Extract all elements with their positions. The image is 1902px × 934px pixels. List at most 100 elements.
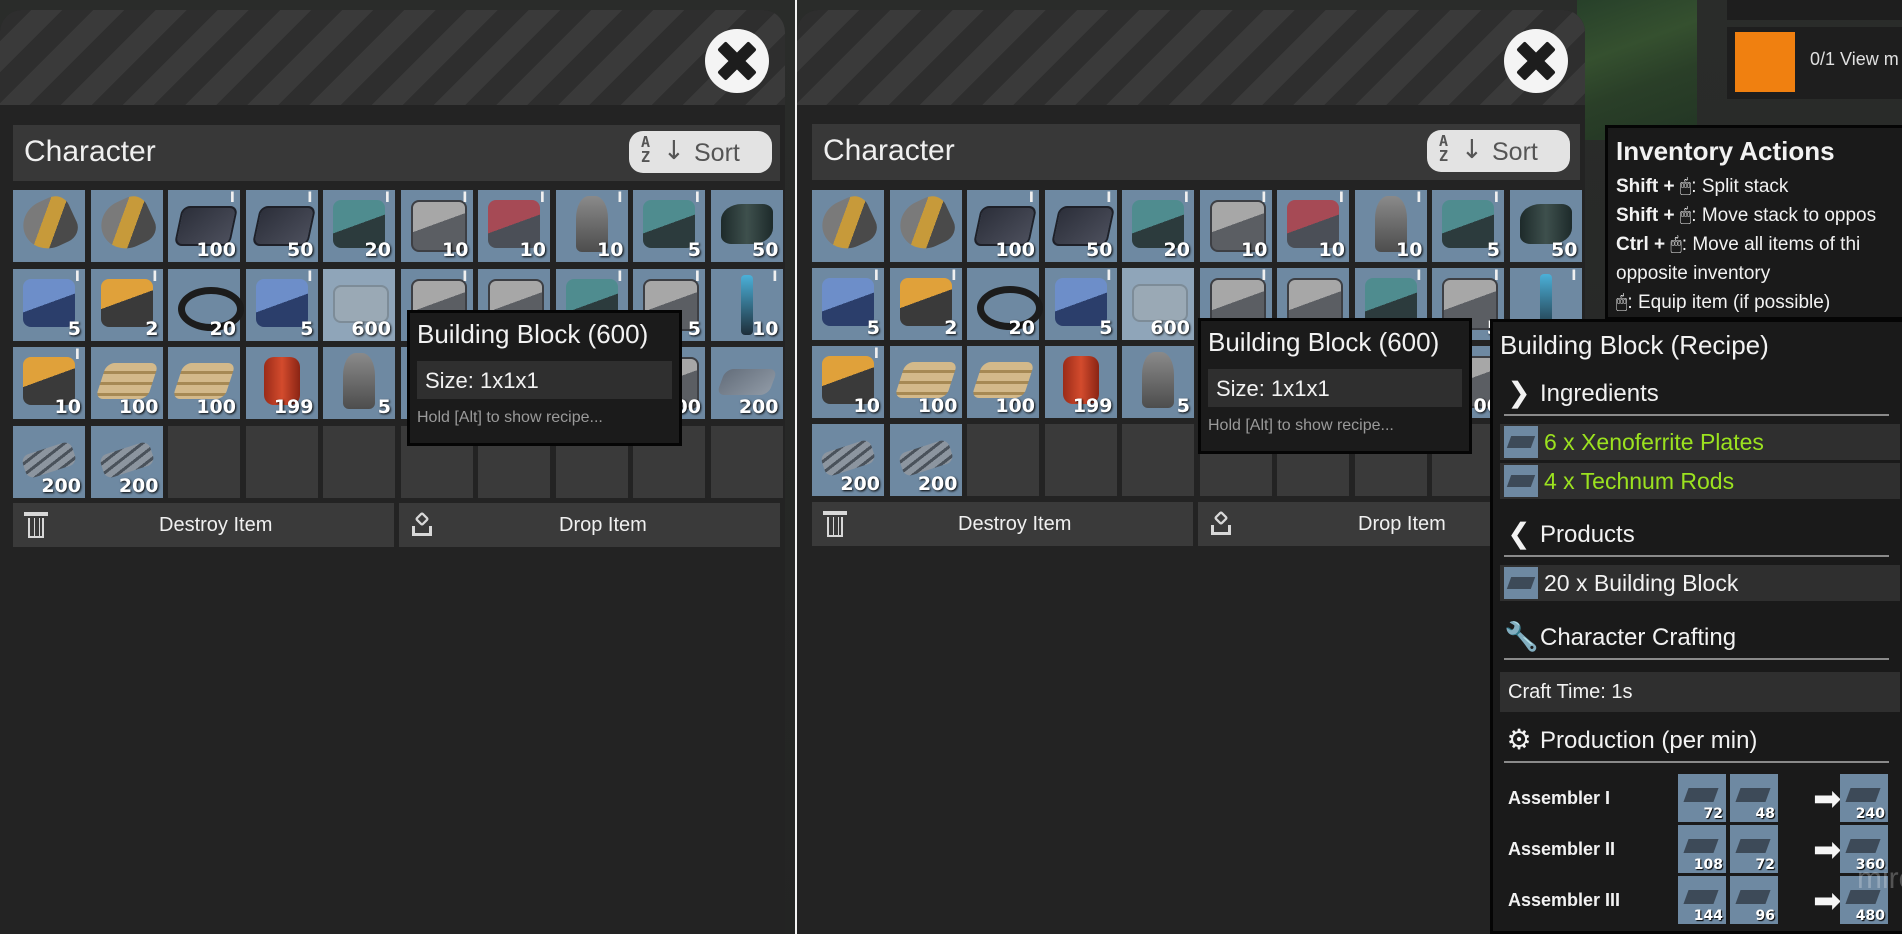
assembler-name: Assembler I xyxy=(1508,788,1611,808)
drop-icon xyxy=(412,512,434,538)
inventory-slot[interactable]: 20 xyxy=(967,268,1043,340)
tooltip-size-row: Size: 1x1x1 xyxy=(417,361,672,399)
inventory-slot[interactable]: I 10 xyxy=(1199,190,1272,262)
inventory-slot[interactable]: I2 xyxy=(90,268,163,341)
inventory-slot[interactable]: 200 xyxy=(710,347,783,419)
tier-badge: I xyxy=(1106,268,1112,284)
empty-slot[interactable] xyxy=(1044,424,1117,496)
inventory-slot[interactable]: I 50 xyxy=(245,190,318,262)
tooltip-title: Building Block (600) xyxy=(1208,327,1440,357)
inventory-slot[interactable]: 100 xyxy=(90,347,163,419)
inventory-slot[interactable]: 100 xyxy=(168,347,240,419)
input-slot: 96 xyxy=(1730,876,1778,924)
inventory-slot[interactable]: I 100 xyxy=(168,190,240,262)
inventory-slot[interactable]: 199 xyxy=(1044,346,1117,418)
inventory-slot[interactable]: I 10 xyxy=(13,347,85,419)
inventory-slot[interactable]: I2 xyxy=(889,268,962,340)
arrow-right-icon: ➡ xyxy=(1813,881,1842,921)
inventory-slot[interactable]: 200 xyxy=(90,425,163,498)
empty-slot[interactable] xyxy=(710,425,783,498)
inventory-slot[interactable]: I 50 xyxy=(1044,190,1117,262)
products-label: Products xyxy=(1540,521,1635,548)
sort-button[interactable]: AZ ↓ Sort xyxy=(629,131,772,173)
inventory-slot[interactable]: I 10 xyxy=(812,346,884,418)
input-slot: 144 xyxy=(1678,876,1726,924)
stack-count: 5 xyxy=(300,317,314,340)
close-icon[interactable] xyxy=(1504,29,1568,93)
inventory-slot[interactable]: 20 xyxy=(168,268,244,341)
quest-tracker[interactable]: 0/1 View m xyxy=(1727,27,1902,99)
inventory-slot[interactable]: I 10 xyxy=(1277,190,1349,262)
section-divider xyxy=(1504,414,1889,416)
inventory-slot[interactable]: I5 xyxy=(245,268,318,341)
inventory-slot[interactable]: I5 xyxy=(1044,268,1117,340)
tier-badge: I xyxy=(152,268,158,285)
inventory-slot[interactable]: 600 xyxy=(1122,268,1194,340)
stack-count: 20 xyxy=(1008,317,1035,339)
inventory-slot[interactable] xyxy=(13,190,85,262)
inventory-slot[interactable]: I 20 xyxy=(1122,190,1194,262)
sort-button[interactable]: AZ ↓ Sort xyxy=(1427,130,1570,172)
inventory-slot[interactable]: I 10 xyxy=(710,268,783,341)
inventory-slot[interactable]: 200 xyxy=(889,424,962,496)
inventory-slot[interactable]: 100 xyxy=(889,346,962,418)
empty-slot[interactable] xyxy=(323,425,395,498)
stack-count: 50 xyxy=(752,239,779,261)
stack-count: 2 xyxy=(145,317,159,340)
stack-count: 5 xyxy=(377,396,391,418)
actions-line-equip: 🖱: Equip item (if possible) xyxy=(1616,292,1831,313)
sort-arrow-icon: ↓ xyxy=(1461,135,1483,165)
inventory-slot[interactable]: I5 xyxy=(812,268,884,340)
section-divider xyxy=(1504,761,1889,763)
inventory-slot[interactable]: 600 xyxy=(323,268,395,341)
inventory-slot[interactable]: I 10 xyxy=(478,190,550,262)
tier-badge: I xyxy=(1338,190,1344,206)
tooltip-hint: Hold [Alt] to show recipe... xyxy=(417,409,603,426)
inventory-slot[interactable]: I 20 xyxy=(323,190,395,262)
inventory-slot[interactable] xyxy=(90,190,163,262)
stack-count: 100 xyxy=(995,239,1035,261)
inventory-slot[interactable] xyxy=(889,190,962,262)
inventory-slot[interactable]: I5 xyxy=(1432,190,1504,262)
stack-count: 5 xyxy=(1176,395,1190,417)
inventory-slot[interactable]: 200 xyxy=(13,425,85,498)
stack-count: 100 xyxy=(196,396,236,418)
inventory-slot[interactable]: 199 xyxy=(245,347,318,419)
stack-count: 10 xyxy=(1318,239,1345,261)
inventory-slot[interactable]: I 100 xyxy=(967,190,1039,262)
inventory-slot[interactable]: I 10 xyxy=(555,190,628,262)
tooltip-size-row: Size: 1x1x1 xyxy=(1208,369,1462,407)
inventory-slot[interactable]: 5 xyxy=(323,347,395,419)
inventory-slot[interactable]: I5 xyxy=(633,190,705,262)
actions-line-opposite: opposite inventory xyxy=(1616,263,1771,284)
tier-badge: I xyxy=(384,190,390,206)
destroy-item-button[interactable]: Destroy Item xyxy=(13,503,394,547)
inventory-slot[interactable]: 50 xyxy=(710,190,783,262)
tier-badge: I xyxy=(772,268,778,285)
drop-item-button[interactable]: Drop Item xyxy=(399,503,780,547)
stack-count: 10 xyxy=(597,239,624,261)
stack-count: 10 xyxy=(1241,239,1268,261)
inventory-slot[interactable]: I5 xyxy=(13,268,85,341)
stack-count: 5 xyxy=(866,317,880,339)
destroy-item-button[interactable]: Destroy Item xyxy=(812,502,1193,546)
stack-count: 100 xyxy=(917,395,958,417)
inventory-slot[interactable]: I 10 xyxy=(1354,190,1427,262)
empty-slot[interactable] xyxy=(168,425,240,498)
sort-label: Sort xyxy=(694,139,740,167)
section-divider xyxy=(1504,658,1889,660)
empty-slot[interactable] xyxy=(1122,424,1194,496)
item-icon xyxy=(172,363,236,399)
inventory-slot[interactable]: 100 xyxy=(967,346,1039,418)
empty-slot[interactable] xyxy=(967,424,1039,496)
inventory-slot[interactable] xyxy=(812,190,884,262)
empty-slot[interactable] xyxy=(245,425,318,498)
inventory-slot[interactable]: 5 xyxy=(1122,346,1194,418)
tier-badge: I xyxy=(74,268,80,285)
inventory-slot[interactable]: 200 xyxy=(812,424,884,496)
close-icon[interactable] xyxy=(705,29,769,93)
character-title-bar: Character AZ ↓ Sort xyxy=(812,124,1580,180)
inventory-slot[interactable]: I 10 xyxy=(400,190,473,262)
quest-text: 0/1 View m xyxy=(1810,49,1899,69)
inventory-slot[interactable]: 50 xyxy=(1509,190,1582,262)
